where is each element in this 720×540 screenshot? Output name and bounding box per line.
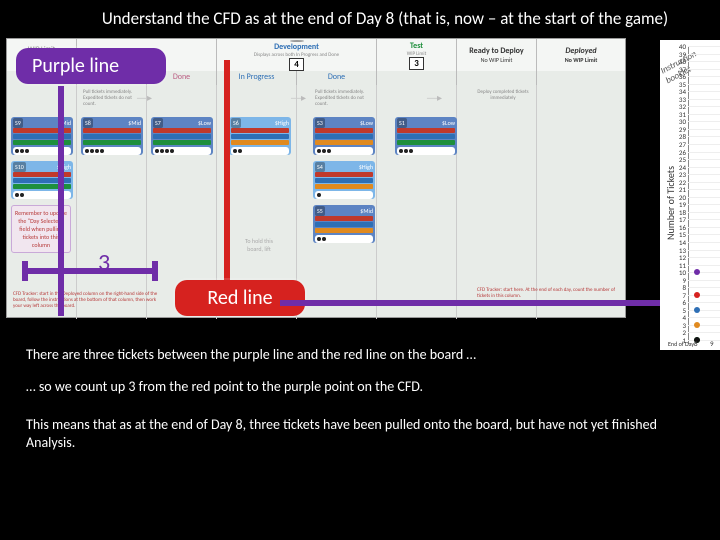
body-p2: … so we count up 3 from the red point to… — [26, 378, 666, 396]
col-dev-label: Development — [274, 42, 319, 52]
ticket-s5: S5 $Mid — [313, 205, 375, 243]
cfd-xlabel: End of Day: — [668, 340, 696, 348]
col-ready-label: Ready to Deploy — [469, 46, 523, 56]
body-p1: There are three tickets between the purp… — [26, 346, 666, 364]
cfd-point — [694, 322, 700, 328]
col-ready: Ready to Deploy No WIP Limit — [457, 39, 537, 71]
ticket-s3: S3 $Low — [313, 117, 375, 155]
cfd-x8: 8 — [694, 339, 698, 348]
col-test: Test WIP Limit 3 — [377, 39, 457, 71]
cfd-point — [694, 269, 700, 275]
wip-test: 3 — [409, 57, 424, 70]
body-p3: This means that as at the end of Day 8, … — [26, 416, 666, 451]
wip-dev: 4 — [289, 58, 304, 71]
col-deployed-label: Deployed — [565, 46, 596, 56]
wip-ready: No WIP Limit — [481, 56, 513, 64]
purple-vertical-line — [58, 86, 64, 316]
count-span-bar — [22, 268, 158, 274]
hold-note: To hold this board, lift — [239, 237, 279, 253]
cfd-x9: 9 — [710, 339, 714, 348]
ticket-s1: S1 $Low — [395, 117, 457, 155]
col-development: Development Displays across both In Prog… — [217, 39, 377, 71]
ticket-s4: S4 $High — [313, 161, 375, 199]
red-vertical-line — [224, 60, 230, 284]
cfd-point — [694, 307, 700, 313]
tracker-left: CFD Tracker: start in the Deployed colum… — [13, 291, 163, 309]
purple-line-label: Purple line — [16, 48, 166, 84]
wip-deployed: No WIP Limit — [565, 56, 598, 64]
cfd-chart: Instruction booklet Number of Tickets 40… — [660, 40, 720, 350]
sub-dev-done: Done — [297, 71, 377, 85]
cfd-point — [694, 292, 700, 298]
arrow-to-cfd — [280, 300, 690, 306]
ticket-s7: S7 $Low — [151, 117, 213, 155]
ticket-s6: S6 $High — [229, 117, 291, 155]
col-test-label: Test — [410, 41, 423, 51]
red-line-label: Red line — [175, 280, 305, 316]
ticket-s8: S8 $Mid — [81, 117, 143, 155]
slide-title: Understand the CFD as at the end of Day … — [90, 8, 680, 29]
tracker-right: CFD Tracker: start here. At the end of e… — [477, 287, 617, 299]
count-between-value: 3 — [98, 248, 110, 277]
col-deployed: Deployed No WIP Limit — [537, 39, 625, 71]
